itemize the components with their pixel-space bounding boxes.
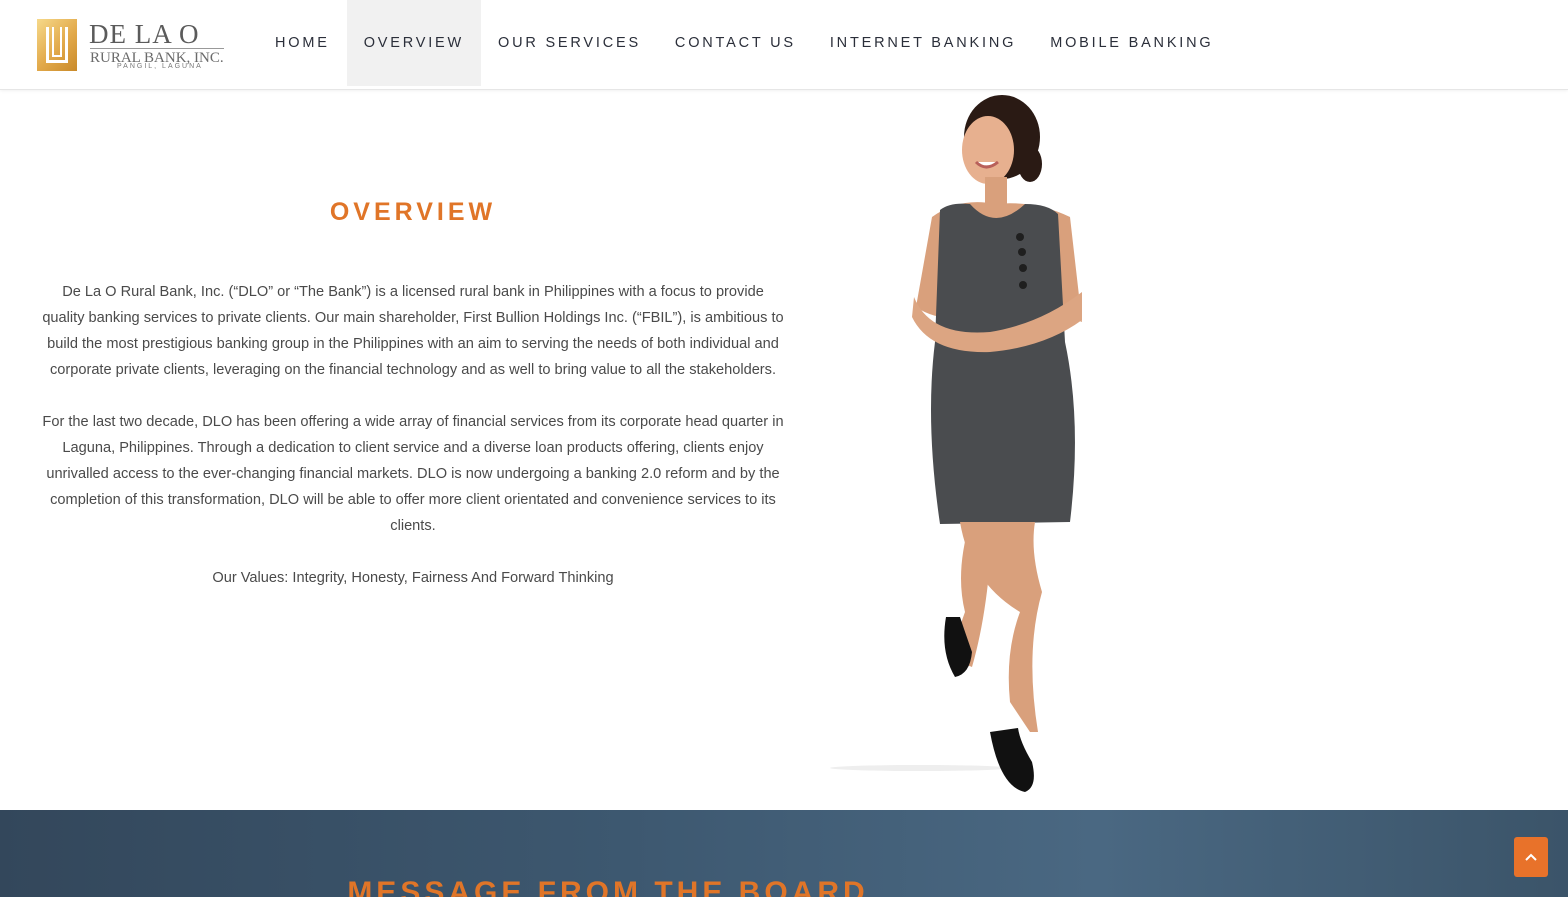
site-header: DE LA O RURAL BANK, INC. PANGIL, LAGUNA … xyxy=(0,0,1568,90)
nav-item-mobile-banking[interactable]: MOBILE BANKING xyxy=(1033,0,1230,86)
bank-logo[interactable]: DE LA O RURAL BANK, INC. PANGIL, LAGUNA xyxy=(37,17,224,73)
nav-item-internet-banking[interactable]: INTERNET BANKING xyxy=(813,0,1033,86)
logo-location: PANGIL, LAGUNA xyxy=(117,63,203,70)
overview-values: Our Values: Integrity, Honesty, Fairness… xyxy=(212,570,614,586)
logo-title: DE LA O xyxy=(89,19,200,49)
scroll-to-top-button[interactable] xyxy=(1514,837,1548,877)
overview-paragraph-2: For the last two decade, DLO has been of… xyxy=(42,414,784,534)
overview-paragraph-1: De La O Rural Bank, Inc. (“DLO” or “The … xyxy=(42,284,784,378)
chevron-up-icon xyxy=(1525,853,1537,861)
businesswoman-image xyxy=(830,95,1082,792)
overview-body: De La O Rural Bank, Inc. (“DLO” or “The … xyxy=(40,279,786,617)
overview-heading: OVERVIEW xyxy=(329,198,497,226)
nav-item-overview[interactable]: OVERVIEW xyxy=(346,0,481,86)
board-message-heading: MESSAGE FROM THE BOARD xyxy=(347,876,869,897)
nav-item-our-services[interactable]: OUR SERVICES xyxy=(481,0,658,86)
nav-item-home[interactable]: HOME xyxy=(258,0,347,86)
main-nav: HOME OVERVIEW OUR SERVICES CONTACT US IN… xyxy=(258,0,1230,86)
logo-emblem-icon xyxy=(37,19,77,71)
nav-item-contact-us[interactable]: CONTACT US xyxy=(658,0,813,86)
